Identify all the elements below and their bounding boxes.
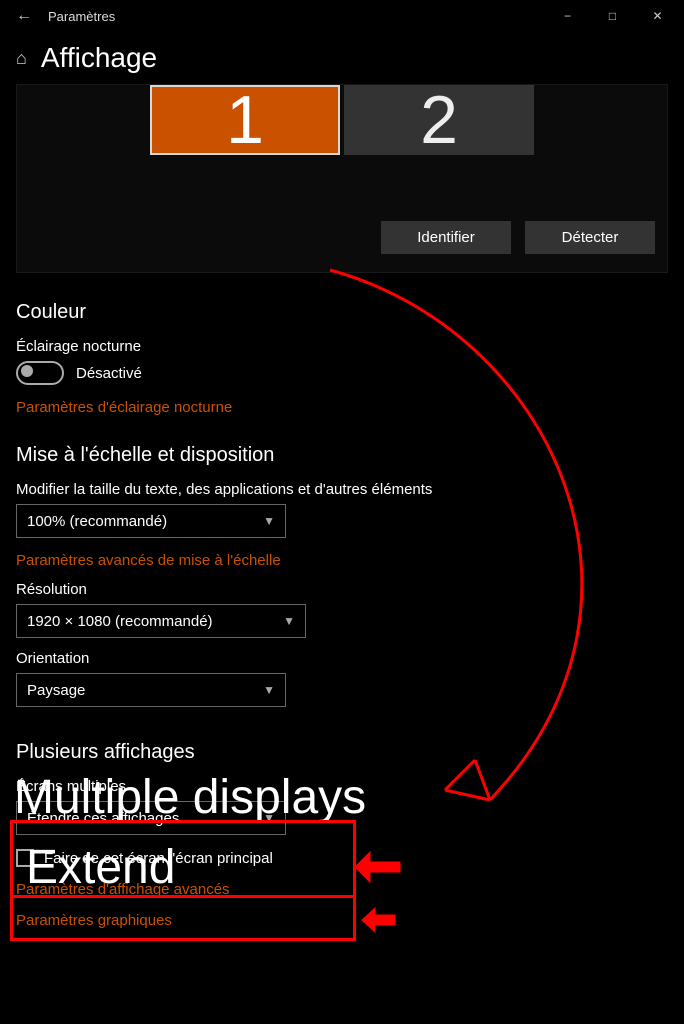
identify-button[interactable]: Identifier: [381, 221, 511, 254]
color-section: Couleur: [16, 301, 684, 324]
orientation-label: Orientation: [16, 650, 684, 667]
multidisplay-label: Écrans multiples: [16, 778, 684, 795]
display-1[interactable]: 1: [150, 85, 340, 155]
nightlight-settings-link[interactable]: Paramètres d'éclairage nocturne: [16, 399, 684, 416]
page-title: Affichage: [41, 42, 157, 74]
scale-section: Mise à l'échelle et disposition: [16, 444, 684, 467]
chevron-down-icon: ▼: [263, 683, 275, 697]
home-icon[interactable]: ⌂: [16, 48, 27, 69]
chevron-down-icon: ▼: [283, 614, 295, 628]
graphics-settings-link[interactable]: Paramètres graphiques: [16, 912, 684, 929]
app-title: Paramètres: [44, 9, 545, 24]
page-heading: ⌂ Affichage: [0, 32, 684, 84]
detect-button[interactable]: Détecter: [525, 221, 655, 254]
nightlight-toggle-row: Désactivé: [16, 361, 684, 385]
nightlight-toggle[interactable]: [16, 361, 64, 385]
make-primary-label: Faire de cet écran l'écran principal: [44, 850, 273, 867]
display-2[interactable]: 2: [344, 85, 534, 155]
chevron-down-icon: ▼: [263, 811, 275, 825]
multiple-displays-section: Plusieurs affichages: [16, 741, 684, 764]
make-primary-row[interactable]: Faire de cet écran l'écran principal: [16, 849, 684, 867]
text-size-label: Modifier la taille du texte, des applica…: [16, 481, 684, 498]
close-icon[interactable]: ✕: [635, 0, 680, 32]
nightlight-label: Éclairage nocturne: [16, 338, 684, 355]
title-bar: ← Paramètres − □ ✕: [0, 0, 684, 32]
chevron-down-icon: ▼: [263, 514, 275, 528]
make-primary-checkbox[interactable]: [16, 849, 34, 867]
window-buttons: − □ ✕: [545, 0, 680, 32]
multidisplay-value: Étendre ces affichages: [27, 810, 179, 827]
display-arrangement: 1 2 Identifier Détecter: [16, 84, 668, 273]
resolution-combo[interactable]: 1920 × 1080 (recommandé) ▼: [16, 604, 306, 638]
resolution-label: Résolution: [16, 581, 684, 598]
advanced-scaling-link[interactable]: Paramètres avancés de mise à l'échelle: [16, 552, 684, 569]
multidisplay-combo[interactable]: Étendre ces affichages ▼: [16, 801, 286, 835]
resolution-value: 1920 × 1080 (recommandé): [27, 613, 213, 630]
orientation-value: Paysage: [27, 682, 85, 699]
advanced-display-link[interactable]: Paramètres d'affichage avancés: [16, 881, 684, 898]
nightlight-state: Désactivé: [76, 365, 142, 382]
maximize-icon[interactable]: □: [590, 0, 635, 32]
text-size-combo[interactable]: 100% (recommandé) ▼: [16, 504, 286, 538]
orientation-combo[interactable]: Paysage ▼: [16, 673, 286, 707]
back-icon[interactable]: ←: [4, 7, 44, 25]
text-size-value: 100% (recommandé): [27, 513, 167, 530]
minimize-icon[interactable]: −: [545, 0, 590, 32]
